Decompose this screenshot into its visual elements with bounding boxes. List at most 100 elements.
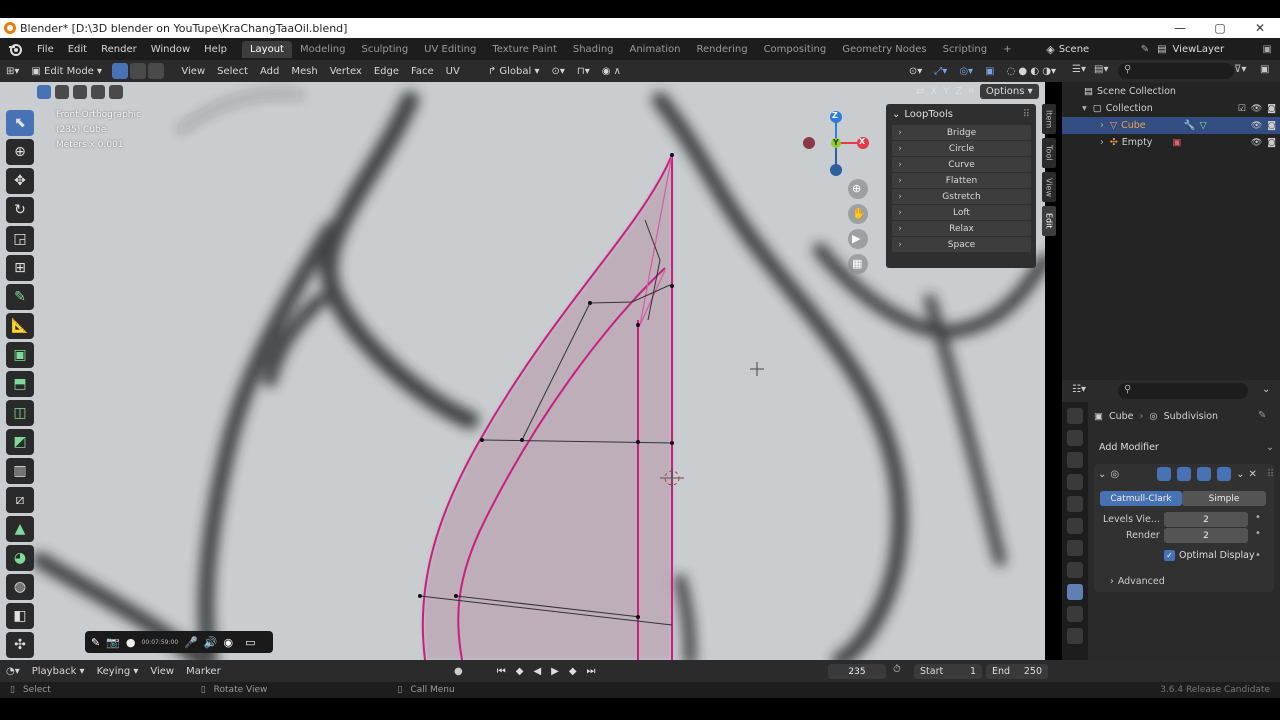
recorder-webcam-icon[interactable]: ◉ [224,636,234,649]
visibility-icon[interactable]: ⊙▾ [903,66,928,77]
timeline-editor-icon[interactable]: ◔▾ [0,666,26,677]
new-view-layer-icon[interactable]: ▣ [1263,44,1272,55]
tool-tab-icon[interactable] [1067,408,1083,424]
auto-keying-icon[interactable]: ● [454,666,463,677]
play-reverse-icon[interactable]: ◀ [533,666,541,677]
edit-mode-dropdown[interactable]: ▣ Edit Mode ▾ [25,66,111,77]
recorder-pen-icon[interactable]: ✎ [91,636,100,649]
checkbox-icon[interactable]: ☑ [1238,104,1246,114]
jump-start-icon[interactable]: ⏮ [497,666,506,677]
optimal-display-checkbox[interactable]: ✓ Optimal Display [1164,550,1255,561]
gizmo-x-label[interactable]: X [859,137,865,146]
add-modifier-dropdown[interactable]: Add Modifier ⌄ [1094,439,1274,455]
end-frame-field[interactable]: End 250 [986,664,1048,679]
tab-view[interactable]: View [1042,172,1056,202]
remove-modifier-icon[interactable]: ✕ [1249,469,1257,480]
looptools-curve-button[interactable]: › Curve [892,157,1031,172]
ortho-grid-icon[interactable]: ▦ [852,257,862,270]
select-tool-icon[interactable]: ⬉ [6,110,34,136]
recorder-volume-icon[interactable]: 🔊 [204,636,218,649]
tab-sculpting[interactable]: Sculpting [353,41,416,58]
play-icon[interactable]: ▶ [551,666,559,677]
knife-tool-icon[interactable]: ⧄ [6,487,34,513]
gizmo-toggle-icon[interactable]: ⤢▾ [928,66,953,77]
modifier-menu-icon[interactable]: ⌄ [1236,469,1244,480]
view-layer-tab-icon[interactable] [1067,474,1083,490]
maximize-button[interactable]: ▢ [1200,21,1240,35]
tab-modeling[interactable]: Modeling [292,41,354,58]
render-toggle-icon[interactable] [1217,467,1232,481]
looptools-gstretch-button[interactable]: › Gstretch [892,189,1031,204]
tab-tool[interactable]: Tool [1042,138,1056,168]
world-tab-icon[interactable] [1067,518,1083,534]
menu-face[interactable]: Face [405,66,440,77]
tab-scripting[interactable]: Scripting [935,41,995,58]
cursor-tool-icon[interactable]: ⊕ [6,139,34,165]
viewport-toggle-icon[interactable] [1197,467,1212,481]
pin-icon[interactable]: ✎ [1141,44,1149,55]
menu-view[interactable]: View [175,66,211,77]
options-chevron-icon[interactable]: ⌄ [1262,384,1270,395]
physics-tab-icon[interactable] [1067,628,1083,644]
add-cube-tool-icon[interactable]: ▣ [6,342,34,368]
tab-shading[interactable]: Shading [565,41,622,58]
scale-tool-icon[interactable]: ◲ [6,226,34,252]
spin-tool-icon[interactable]: ◕ [6,545,34,571]
recorder-window-icon[interactable]: ▭ [245,636,255,649]
eye-icon[interactable]: 👁 [1251,121,1262,131]
tab-compositing[interactable]: Compositing [756,41,835,58]
axis-x-toggle[interactable]: X [930,86,937,97]
select-box-new-icon[interactable] [37,85,51,99]
bevel-tool-icon[interactable]: ◩ [6,429,34,455]
menu-render[interactable]: Render [94,44,144,55]
editor-type-icon[interactable]: ⊞▾ [0,66,25,77]
scene-selector[interactable]: Scene [1059,44,1141,55]
menu-window[interactable]: Window [144,44,197,55]
outliner-editor-icon[interactable]: ☰▾ [1072,64,1086,75]
axis-z-toggle[interactable]: Z [955,86,962,97]
vertex-select-button[interactable] [112,63,129,79]
poly-build-tool-icon[interactable]: ▲ [6,516,34,542]
tab-layout[interactable]: Layout [241,40,292,58]
move-tool-icon[interactable]: ✥ [6,168,34,194]
collection-tab-icon[interactable] [1067,540,1083,556]
proportional-edit-icon[interactable]: ◉ ∧ [596,66,627,77]
measure-tool-icon[interactable]: 📐 [6,313,34,339]
xray-toggle-icon[interactable]: ▣ [979,66,1000,77]
auto-merge-icon[interactable]: ⌗ [968,86,974,97]
edge-select-button[interactable] [130,63,147,79]
mirror-icon[interactable]: ⇄ [916,86,924,97]
transform-tool-icon[interactable]: ⊞ [6,255,34,281]
camera-icon[interactable]: ◙ [1267,104,1276,114]
collapse-chevron-icon[interactable]: ⌄ [892,109,900,120]
scene-tab-icon[interactable] [1067,496,1083,512]
collapse-chevron-icon[interactable]: ⌄ [1098,469,1106,480]
edge-slide-tool-icon[interactable]: ◧ [6,603,34,629]
tab-texture-paint[interactable]: Texture Paint [484,41,565,58]
playback-menu[interactable]: Playback ▾ [26,666,91,677]
eye-icon[interactable]: 👁 [1251,104,1262,114]
smooth-tool-icon[interactable]: ◍ [6,574,34,600]
timeline-view-menu[interactable]: View [144,666,180,677]
overlay-toggle-icon[interactable]: ◎▾ [953,66,979,77]
select-box-subtract-icon[interactable] [73,85,87,99]
recorder-camera-icon[interactable]: 📷 [106,636,120,649]
rotate-tool-icon[interactable]: ↻ [6,197,34,223]
looptools-space-button[interactable]: › Space [892,237,1031,252]
menu-uv[interactable]: UV [440,66,466,77]
outliner-row-empty[interactable]: › ✣ Empty ▣ 👁 ◙ [1062,134,1280,151]
recorder-mic-icon[interactable]: 🎤 [184,636,198,649]
render-levels-field[interactable]: 2 [1164,528,1248,543]
keyframe-dot-icon[interactable]: • [1255,512,1261,523]
tab-animation[interactable]: Animation [622,41,689,58]
camera-view-icon[interactable]: ▶ [852,232,860,245]
select-box-extend-icon[interactable] [55,85,69,99]
properties-search-input[interactable]: ⚲ [1118,383,1248,399]
tab-rendering[interactable]: Rendering [688,41,755,58]
expand-arrow-icon[interactable]: › [1100,120,1104,131]
shading-modes-icon[interactable]: ◌ ● ◐ ◑▾ [1001,66,1062,77]
catmull-clark-button[interactable]: Catmull-Clark [1100,491,1182,506]
menu-help[interactable]: Help [197,44,234,55]
properties-editor-icon[interactable]: ☷▾ [1072,384,1086,395]
next-keyframe-icon[interactable]: ◆ [569,666,577,677]
